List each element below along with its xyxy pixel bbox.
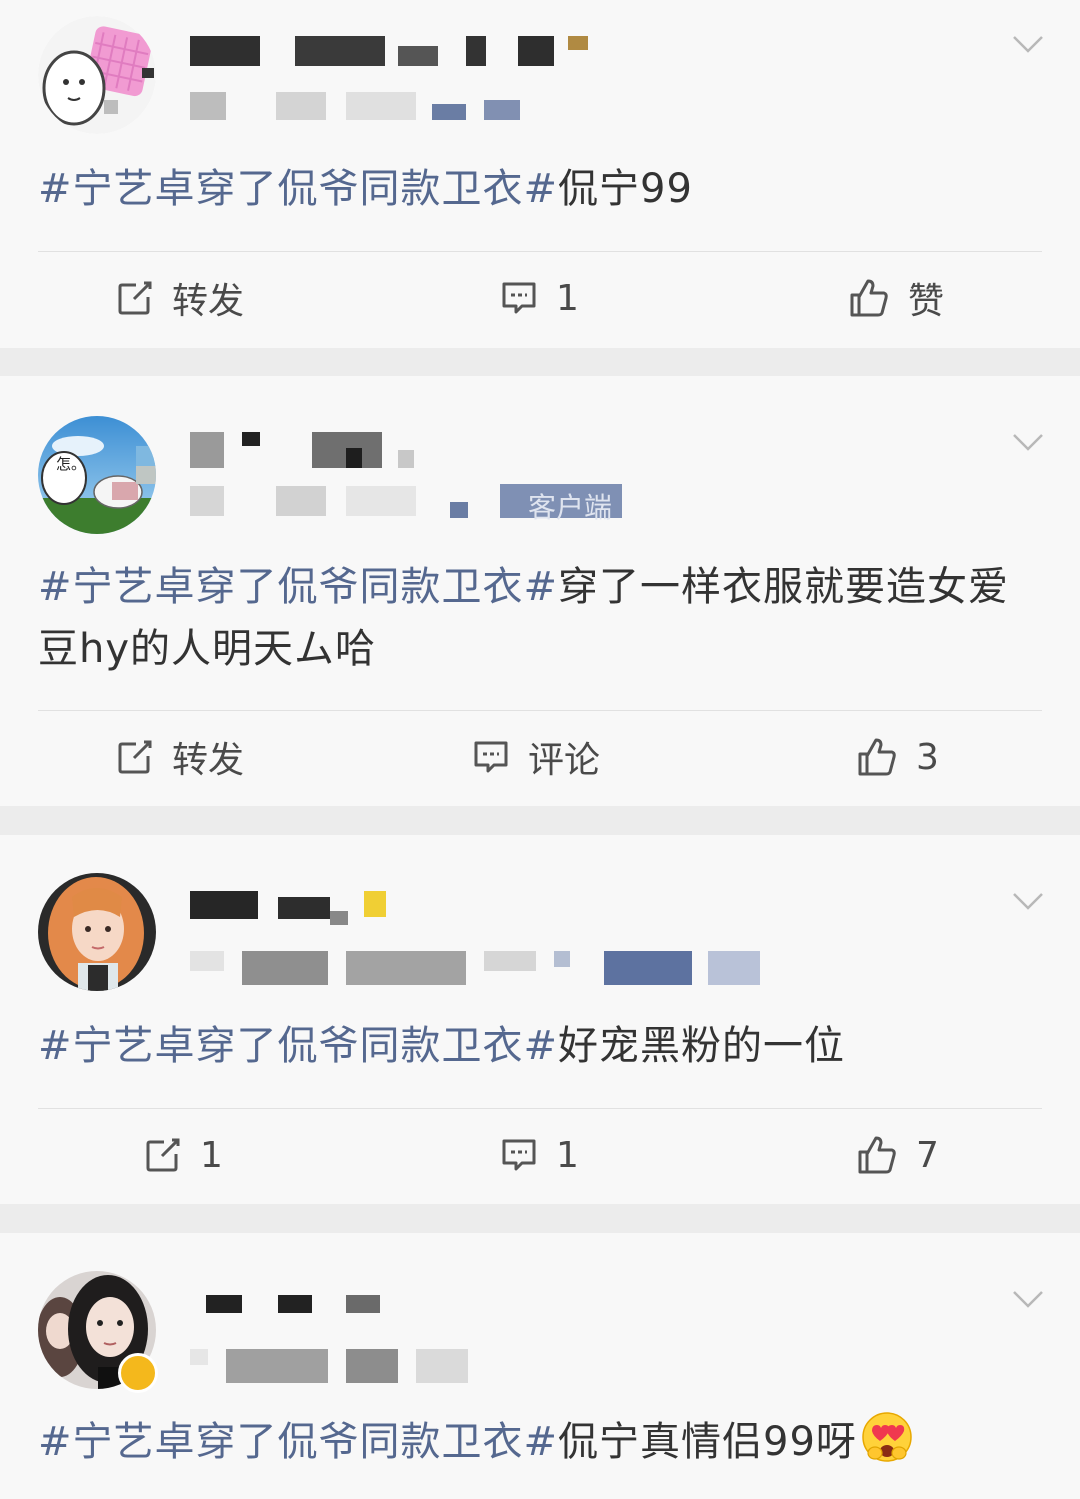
heart-eyes-emoji xyxy=(862,1412,912,1462)
repost-icon xyxy=(118,281,152,315)
like-button[interactable]: 赞 xyxy=(848,273,944,323)
repost-icon xyxy=(118,740,152,774)
post-content[interactable]: #宁艺卓穿了侃爷同款卫衣#侃宁99 xyxy=(38,158,1040,220)
post-content[interactable]: #宁艺卓穿了侃爷同款卫衣#穿了一样衣服就要造女爱豆hy的人明天ム哈 xyxy=(38,556,1040,680)
chevron-down-icon[interactable] xyxy=(1012,1289,1044,1309)
repost-button[interactable]: 1 xyxy=(144,1130,223,1180)
comment-button[interactable]: 1 xyxy=(500,1130,579,1180)
hashtag-link[interactable]: #宁艺卓穿了侃爷同款卫衣# xyxy=(38,1023,558,1069)
post-card: 怎。 客户端 #宁艺卓穿了侃爷同款卫衣#穿了一样衣服就要造女爱豆hy的人明天ム哈… xyxy=(0,376,1080,806)
repost-label: 转发 xyxy=(172,740,245,781)
like-button[interactable]: 3 xyxy=(856,732,939,782)
verified-badge xyxy=(118,1353,158,1393)
repost-count: 1 xyxy=(200,1134,223,1176)
divider xyxy=(38,710,1042,711)
like-icon xyxy=(858,1136,896,1174)
chevron-down-icon[interactable] xyxy=(1012,432,1044,452)
hashtag-link[interactable]: #宁艺卓穿了侃爷同款卫衣# xyxy=(38,564,558,610)
post-content[interactable]: #宁艺卓穿了侃爷同款卫衣#好宠黑粉的一位 xyxy=(38,1015,1040,1077)
chevron-down-icon[interactable] xyxy=(1012,891,1044,911)
comment-icon xyxy=(474,741,508,773)
repost-button[interactable]: 转发 xyxy=(116,732,244,782)
chevron-down-icon[interactable] xyxy=(1012,34,1044,54)
like-count: 7 xyxy=(916,1134,939,1176)
client-label: 客户端 xyxy=(528,491,613,524)
comment-icon xyxy=(502,282,536,314)
avatar-text: 怎。 xyxy=(56,455,87,473)
like-count: 3 xyxy=(916,736,939,778)
comment-button[interactable]: 1 xyxy=(500,273,579,323)
like-icon xyxy=(850,279,888,317)
repost-icon xyxy=(146,1138,180,1172)
like-button[interactable]: 7 xyxy=(856,1130,939,1180)
repost-label: 转发 xyxy=(172,281,245,322)
repost-button[interactable]: 转发 xyxy=(116,273,244,323)
post-text: 侃宁99 xyxy=(558,166,693,212)
divider xyxy=(38,1108,1042,1109)
comment-button[interactable]: 评论 xyxy=(472,732,600,782)
post-card: #宁艺卓穿了侃爷同款卫衣#侃宁99 转发 1 赞 xyxy=(0,0,1080,348)
comment-count: 1 xyxy=(556,1134,579,1176)
post-card: #宁艺卓穿了侃爷同款卫衣#侃宁真情侣99呀 xyxy=(0,1233,1080,1499)
comment-label: 评论 xyxy=(528,740,601,781)
like-icon xyxy=(858,738,896,776)
comment-icon xyxy=(502,1139,536,1171)
comment-count: 1 xyxy=(556,277,579,319)
post-text: 侃宁真情侣99呀 xyxy=(558,1419,857,1465)
post-card: #宁艺卓穿了侃爷同款卫衣#好宠黑粉的一位 1 1 7 xyxy=(0,835,1080,1204)
like-label: 赞 xyxy=(908,281,945,322)
hashtag-link[interactable]: #宁艺卓穿了侃爷同款卫衣# xyxy=(38,166,558,212)
divider xyxy=(38,251,1042,252)
post-content[interactable]: #宁艺卓穿了侃爷同款卫衣#侃宁真情侣99呀 xyxy=(38,1411,1040,1473)
hashtag-link[interactable]: #宁艺卓穿了侃爷同款卫衣# xyxy=(38,1419,558,1465)
avatar[interactable]: 怎。 xyxy=(38,416,156,534)
avatar[interactable] xyxy=(38,873,156,991)
avatar[interactable] xyxy=(38,16,156,134)
post-text: 好宠黑粉的一位 xyxy=(558,1023,846,1069)
